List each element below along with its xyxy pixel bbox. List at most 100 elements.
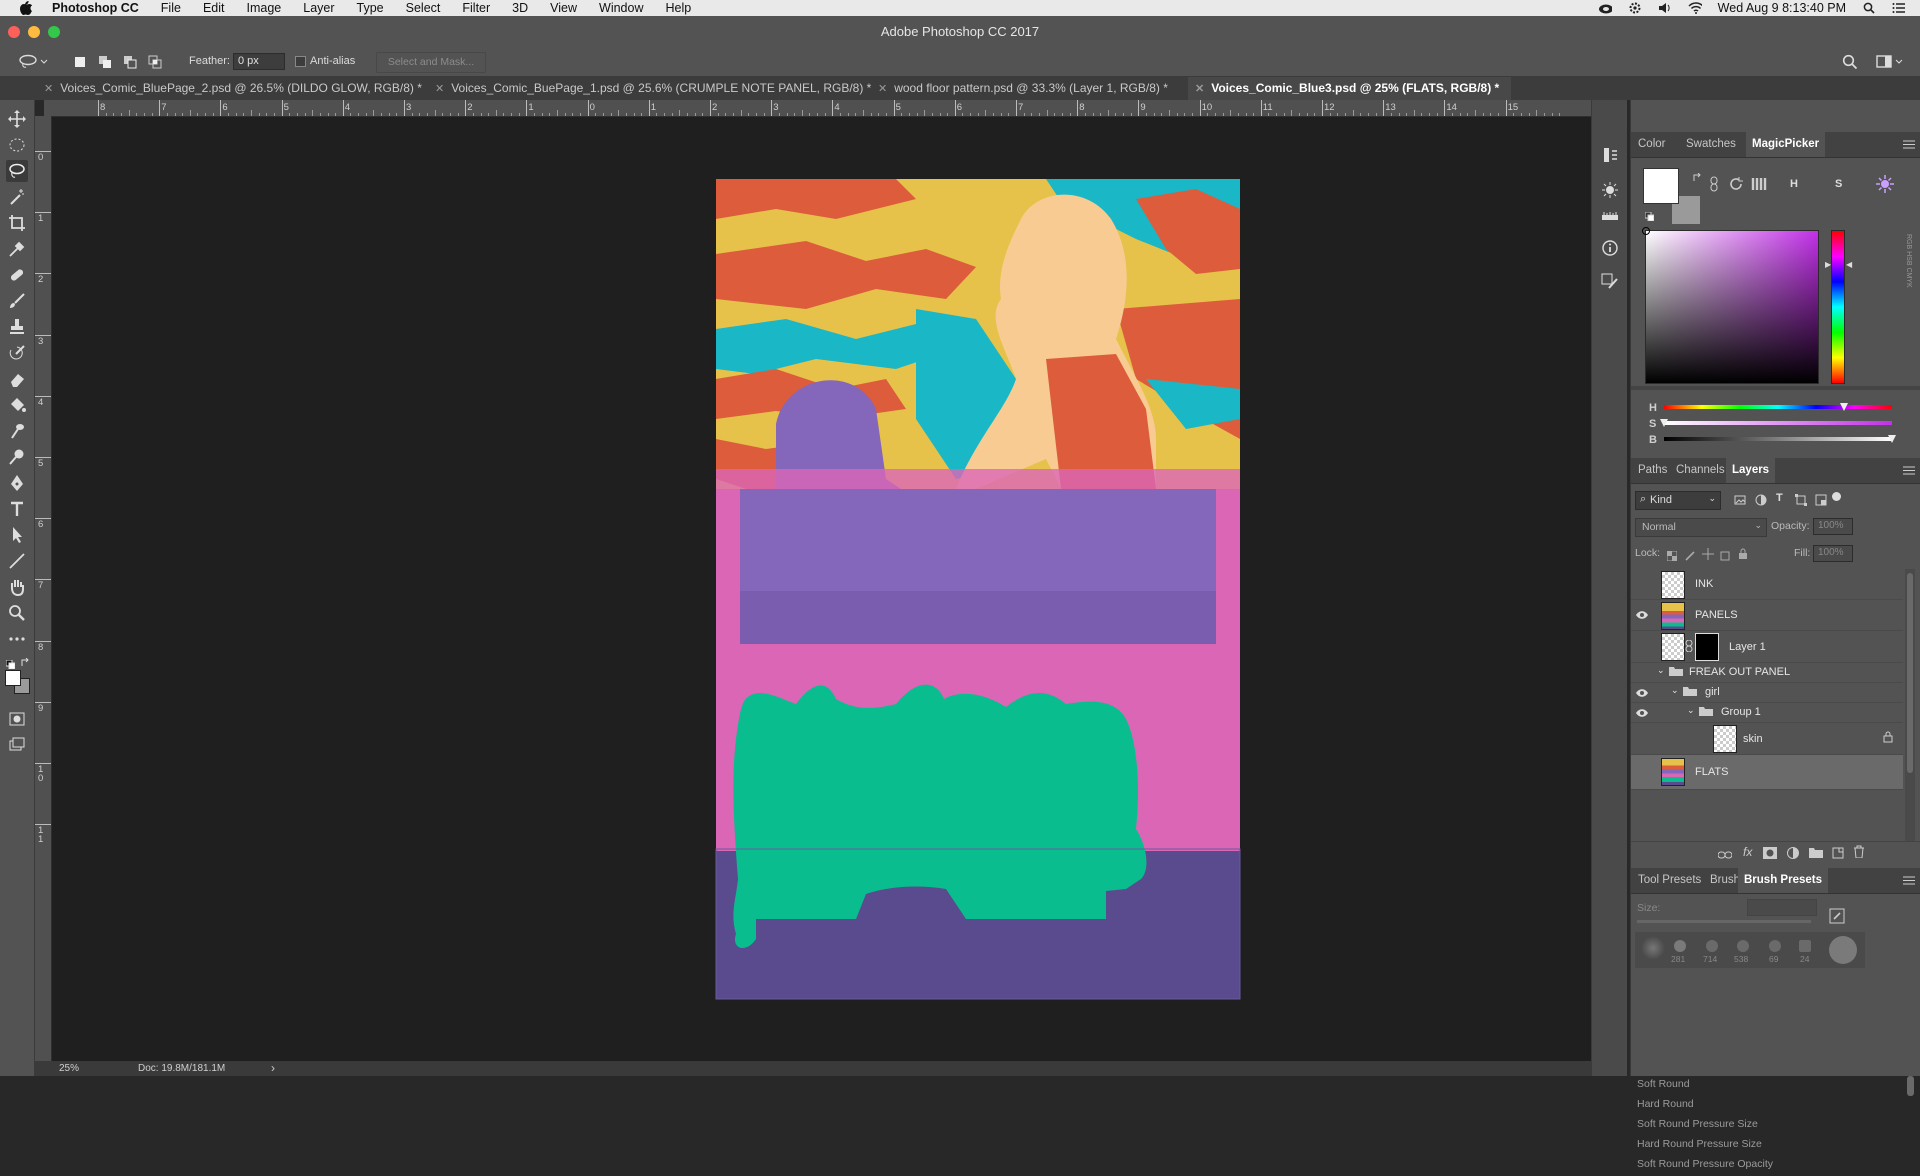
eyedropper-tool-icon[interactable]: [6, 238, 28, 260]
info-panel-icon[interactable]: [1600, 238, 1620, 258]
brush-tip[interactable]: [1769, 940, 1781, 952]
filter-toggle-icon[interactable]: [1832, 492, 1841, 501]
feather-input[interactable]: 0 px: [233, 53, 285, 70]
brush-settings-panel-icon[interactable]: [1600, 272, 1620, 292]
size-slider[interactable]: [1637, 920, 1811, 923]
tab-color[interactable]: Color: [1632, 132, 1671, 157]
gradient-bars-icon[interactable]: [1751, 176, 1769, 197]
brush-tip[interactable]: [1706, 940, 1718, 952]
menu-view[interactable]: View: [550, 1, 577, 15]
blend-mode-select[interactable]: Normal ⌄: [1635, 518, 1767, 537]
new-selection-icon[interactable]: [73, 55, 87, 69]
opacity-input[interactable]: 100%: [1813, 518, 1853, 535]
visibility-toggle[interactable]: [1635, 577, 1649, 591]
creative-cloud-icon[interactable]: [1598, 2, 1612, 14]
tab-swatches[interactable]: Swatches: [1680, 132, 1742, 157]
more-tools-icon[interactable]: [6, 628, 28, 650]
wifi-icon[interactable]: [1688, 2, 1702, 14]
line-tool-icon[interactable]: [6, 550, 28, 572]
size-input[interactable]: [1747, 899, 1817, 916]
eye-icon[interactable]: [1635, 686, 1649, 700]
brush-preset-item[interactable]: Soft Round Pressure Size: [1637, 1118, 1758, 1130]
brush-preset-item[interactable]: Hard Round: [1637, 1098, 1694, 1110]
menu-3d[interactable]: 3D: [512, 1, 528, 15]
eye-icon[interactable]: [1635, 706, 1649, 720]
notification-center-icon[interactable]: [1892, 2, 1906, 14]
lasso-tool-icon[interactable]: [6, 160, 28, 182]
type-tool-icon[interactable]: [6, 498, 28, 520]
filter-smart-object-icon[interactable]: [1815, 493, 1827, 511]
layer-row[interactable]: PANELS: [1631, 600, 1903, 631]
color-field-cursor[interactable]: [1642, 227, 1650, 235]
brush-tip-hard[interactable]: [1829, 936, 1857, 964]
move-tool-icon[interactable]: [6, 108, 28, 130]
tab-tool-presets[interactable]: Tool Presets: [1632, 868, 1707, 893]
tab-paths[interactable]: Paths: [1632, 458, 1673, 483]
eye-icon[interactable]: [1635, 608, 1649, 622]
healing-brush-tool-icon[interactable]: [6, 264, 28, 286]
brush-tip-soft[interactable]: [1641, 936, 1665, 960]
refresh-icon[interactable]: [1728, 176, 1744, 197]
filter-shape-icon[interactable]: [1795, 493, 1807, 511]
foreground-color-chip[interactable]: [1643, 168, 1679, 204]
visibility-toggle[interactable]: [1635, 665, 1649, 679]
paint-bucket-tool-icon[interactable]: [6, 394, 28, 416]
search-icon[interactable]: [1842, 54, 1858, 73]
lock-transparent-icon[interactable]: [1666, 548, 1678, 566]
swap-colors-small-icon[interactable]: [1692, 170, 1702, 188]
intersect-selection-icon[interactable]: [148, 55, 162, 69]
panel-menu-icon[interactable]: [1903, 140, 1915, 149]
layer-row[interactable]: skin: [1631, 723, 1903, 755]
eraser-tool-icon[interactable]: [6, 368, 28, 390]
hue-strip-marker-icon[interactable]: ▶: [1825, 260, 1831, 269]
close-tab-icon[interactable]: ✕: [1195, 83, 1204, 95]
zoom-tool-icon[interactable]: [6, 602, 28, 624]
select-and-mask-button[interactable]: Select and Mask...: [376, 52, 486, 73]
close-tab-icon[interactable]: ✕: [435, 83, 444, 95]
hand-tool-icon[interactable]: [6, 576, 28, 598]
canvas-area[interactable]: [52, 117, 1591, 1061]
brush-preset-item[interactable]: Soft Round: [1637, 1078, 1690, 1090]
document-tab[interactable]: ✕ Voices_Comic_BuePage_1.psd @ 25.6% (CRU…: [435, 77, 871, 100]
dodge-tool-icon[interactable]: [6, 446, 28, 468]
menu-window[interactable]: Window: [599, 1, 643, 15]
magic-wand-tool-icon[interactable]: [6, 186, 28, 208]
hue-slider[interactable]: [1664, 405, 1892, 409]
filter-type-icon[interactable]: T: [1776, 492, 1783, 504]
mode-s-button[interactable]: S: [1835, 178, 1842, 190]
menu-image[interactable]: Image: [247, 1, 282, 15]
menu-edit[interactable]: Edit: [203, 1, 225, 15]
history-panel-icon[interactable]: [1600, 145, 1620, 165]
layer-group-row[interactable]: ⌄ Group 1: [1631, 703, 1903, 723]
lock-artboard-icon[interactable]: [1720, 548, 1730, 566]
apple-icon[interactable]: [20, 1, 34, 15]
brush-preset-item[interactable]: Soft Round Pressure Opacity: [1637, 1158, 1773, 1170]
layers-scrollbar[interactable]: [1905, 569, 1915, 841]
add-mask-icon[interactable]: [1763, 846, 1777, 864]
hue-slider-thumb[interactable]: [1840, 403, 1849, 411]
brush-tip[interactable]: [1799, 940, 1811, 952]
scrollbar-thumb[interactable]: [1907, 573, 1913, 773]
menu-file[interactable]: File: [161, 1, 181, 15]
visibility-toggle[interactable]: [1635, 731, 1649, 745]
link-icon[interactable]: [1709, 176, 1719, 197]
lasso-tool-preset-icon[interactable]: [18, 54, 48, 73]
quick-mask-icon[interactable]: [6, 708, 28, 730]
tab-channels[interactable]: Channels: [1670, 458, 1731, 483]
menu-app-name[interactable]: Photoshop CC: [52, 1, 139, 15]
adjustment-layer-icon[interactable]: [1787, 846, 1799, 864]
filter-kind-select[interactable]: ⌕ Kind ⌄: [1635, 491, 1721, 510]
saturation-slider-thumb[interactable]: [1660, 419, 1668, 427]
clone-stamp-tool-icon[interactable]: [6, 316, 28, 338]
close-tab-icon[interactable]: ✕: [44, 83, 53, 95]
volume-icon[interactable]: [1658, 2, 1672, 14]
brush-tool-icon[interactable]: [6, 290, 28, 312]
link-layers-icon[interactable]: [1717, 847, 1733, 865]
create-brush-icon[interactable]: [1829, 908, 1845, 929]
chevron-down-icon[interactable]: ⌄: [1687, 705, 1695, 716]
fx-icon[interactable]: fx: [1743, 845, 1752, 859]
new-group-icon[interactable]: [1809, 846, 1823, 864]
new-layer-icon[interactable]: [1832, 846, 1844, 864]
chevron-down-icon[interactable]: ⌄: [1671, 685, 1679, 696]
menu-select[interactable]: Select: [406, 1, 441, 15]
